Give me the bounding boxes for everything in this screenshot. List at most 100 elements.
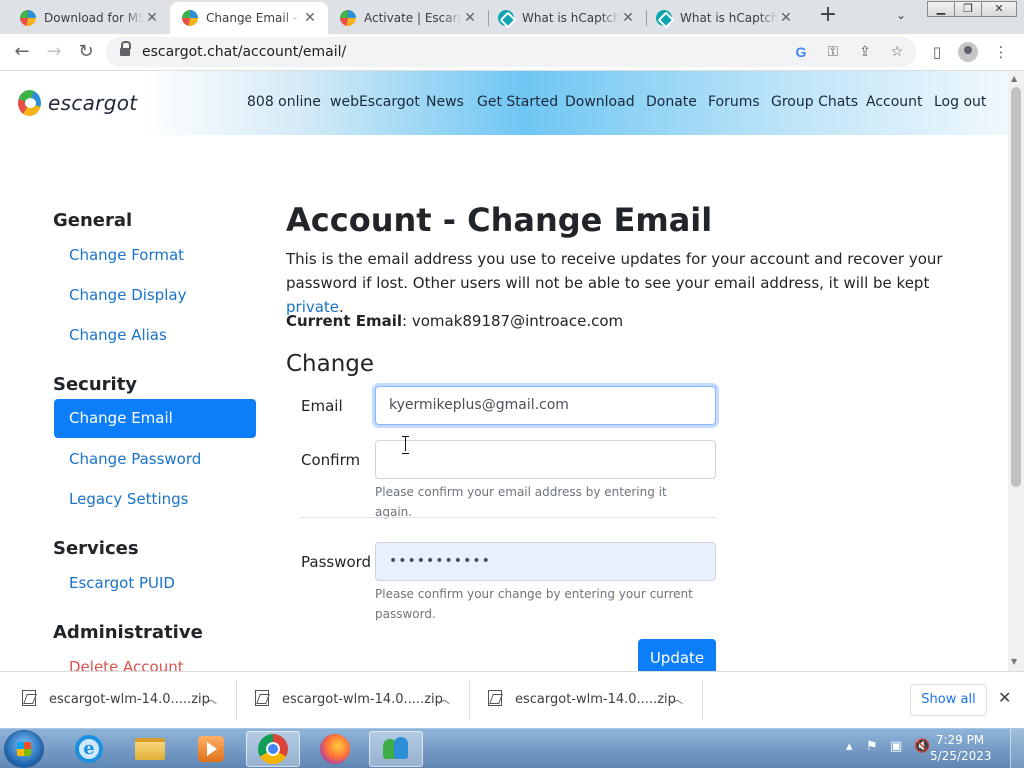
start-button[interactable] [4,730,44,768]
sidebar-heading-services: Services [53,538,139,559]
close-icon[interactable]: ✕ [998,688,1011,707]
sidebar-item-delete-account[interactable]: Delete Account [69,658,184,671]
taskbar-firefox[interactable] [308,731,362,767]
escargot-logo-icon[interactable] [18,90,41,116]
back-arrow-icon[interactable]: ← [10,40,34,64]
zip-file-icon [255,690,269,706]
profile-avatar-icon[interactable] [958,42,978,62]
tab-activate-escargot[interactable]: Activate | Escargot ✕ [328,2,488,34]
current-email: Current Email: vomak89187@introace.com [286,312,623,330]
sidebar-item-label: Change Email [69,409,173,427]
sidebar-item-change-alias[interactable]: Change Alias [69,326,167,344]
sidebar-item-legacy-settings[interactable]: Legacy Settings [69,490,188,508]
bookmark-star-icon[interactable]: ☆ [886,41,908,63]
key-icon[interactable]: ⚿ [822,41,844,63]
sidebar-item-change-format[interactable]: Change Format [69,246,184,264]
window-close-button[interactable]: ✕ [981,1,1017,17]
email-input[interactable]: kyermikeplus@gmail.com [375,386,716,425]
network-icon[interactable]: ▣ [890,739,902,754]
sidebar-item-change-email[interactable]: Change Email [54,399,256,438]
side-panel-icon[interactable]: ▯ [926,41,948,63]
nav-get-started[interactable]: Get Started [477,94,558,110]
site-header: escargot 808 online webEscargot News Get… [0,71,1008,135]
scroll-down-arrow-icon[interactable]: ▼ [1011,657,1017,666]
close-icon[interactable]: ✕ [302,10,318,26]
windows-taskbar: e ▴ ⚑ ▣ 🔇 7:29 PM 5/25/2023 [0,728,1024,768]
hcaptcha-icon [498,10,514,26]
tab-change-email[interactable]: Change Email - Acc ✕ [170,2,328,34]
system-clock[interactable]: 7:29 PM 5/25/2023 [930,732,992,764]
tab-search-chevron-icon[interactable]: ⌄ [896,8,906,22]
close-icon[interactable]: ✕ [462,10,478,26]
download-item[interactable]: escargot-wlm-14.0.....zip ︿ [237,672,469,728]
zip-file-icon [22,690,36,706]
scroll-up-arrow-icon[interactable]: ▲ [1011,74,1017,83]
minimize-button[interactable]: ▁ [927,1,955,17]
folder-icon [135,738,165,760]
restore-button[interactable]: ❐ [954,1,982,17]
share-icon[interactable]: ⇪ [854,41,876,63]
chevron-up-icon[interactable]: ︿ [205,690,217,707]
close-icon[interactable]: ✕ [144,10,160,26]
nav-forums[interactable]: Forums [708,94,760,110]
reload-icon[interactable]: ↻ [74,40,98,64]
escargot-icon [182,10,198,26]
escargot-icon [20,10,36,26]
download-item[interactable]: escargot-wlm-14.0.....zip ︿ [470,672,702,728]
sidebar-heading-general: General [53,210,133,231]
site-logo-text[interactable]: escargot [48,91,137,115]
menu-kebab-icon[interactable]: ⋮ [990,41,1012,63]
show-desktop-button[interactable] [1010,729,1024,768]
google-lens-icon[interactable]: G [790,41,812,63]
tab-download-for-msn[interactable]: Download for MSN ✕ [0,2,170,34]
taskbar-internet-explorer[interactable]: e [62,731,116,767]
download-filename: escargot-wlm-14.0.....zip [49,692,210,707]
volume-muted-icon[interactable]: 🔇 [914,739,930,754]
tab-what-is-hcaptcha-2[interactable]: What is hCaptcha ✕ [646,2,804,34]
nav-download[interactable]: Download [565,94,635,110]
new-tab-button[interactable]: + [816,4,840,28]
web-page: escargot 808 online webEscargot News Get… [0,71,1008,671]
tab-title: What is hCaptcha [680,11,778,25]
tab-what-is-hcaptcha[interactable]: What is hCaptcha ✕ [488,2,646,34]
download-bar: escargot-wlm-14.0.....zip ︿ escargot-wlm… [0,671,1024,728]
download-item[interactable]: escargot-wlm-14.0.....zip ︿ [0,672,236,728]
escargot-icon [340,10,356,26]
nav-news[interactable]: News [426,94,464,110]
browser-tab-strip: Download for MSN ✕ Change Email - Acc ✕ … [0,0,1024,34]
nav-group-chats[interactable]: Group Chats [771,94,858,110]
close-icon[interactable]: ✕ [620,10,636,26]
page-scrollbar[interactable]: ▲ ▼ [1008,71,1024,671]
address-bar[interactable]: escargot.chat/account/email/ G ⚿ ⇪ ☆ [106,37,916,67]
url-text[interactable]: escargot.chat/account/email/ [142,44,346,60]
nav-donate[interactable]: Donate [646,94,697,110]
scrollbar-thumb[interactable] [1011,87,1021,487]
show-hidden-icons-chevron-icon[interactable]: ▴ [846,739,853,754]
text-cursor-icon [402,436,410,454]
taskbar-chrome[interactable] [246,731,300,767]
password-input[interactable]: ••••••••••• [375,542,716,581]
show-all-downloads-button[interactable]: Show all [910,684,987,716]
sidebar-item-change-password[interactable]: Change Password [69,450,201,468]
forward-arrow-icon[interactable]: → [42,40,66,64]
download-filename: escargot-wlm-14.0.....zip [282,692,443,707]
nav-log-out[interactable]: Log out [934,94,986,110]
close-icon[interactable]: ✕ [778,10,794,26]
action-center-flag-icon[interactable]: ⚑ [866,739,878,754]
nav-webescargot[interactable]: webEscargot [330,94,420,110]
chevron-up-icon[interactable]: ︿ [438,690,450,707]
lock-icon[interactable] [120,41,131,57]
chevron-up-icon[interactable]: ︿ [671,690,683,707]
form-divider [300,517,716,518]
update-button[interactable]: Update [638,639,716,671]
media-player-icon [198,736,224,762]
sidebar-heading-security: Security [53,374,138,395]
sidebar-item-change-display[interactable]: Change Display [69,286,187,304]
nav-online-count[interactable]: 808 online [247,94,321,110]
nav-account[interactable]: Account [866,94,923,110]
taskbar-media-player[interactable] [184,731,238,767]
taskbar-messenger[interactable] [369,731,423,767]
sidebar-item-escargot-puid[interactable]: Escargot PUID [69,574,175,592]
confirm-email-input[interactable] [375,440,716,479]
taskbar-file-explorer[interactable] [123,731,177,767]
